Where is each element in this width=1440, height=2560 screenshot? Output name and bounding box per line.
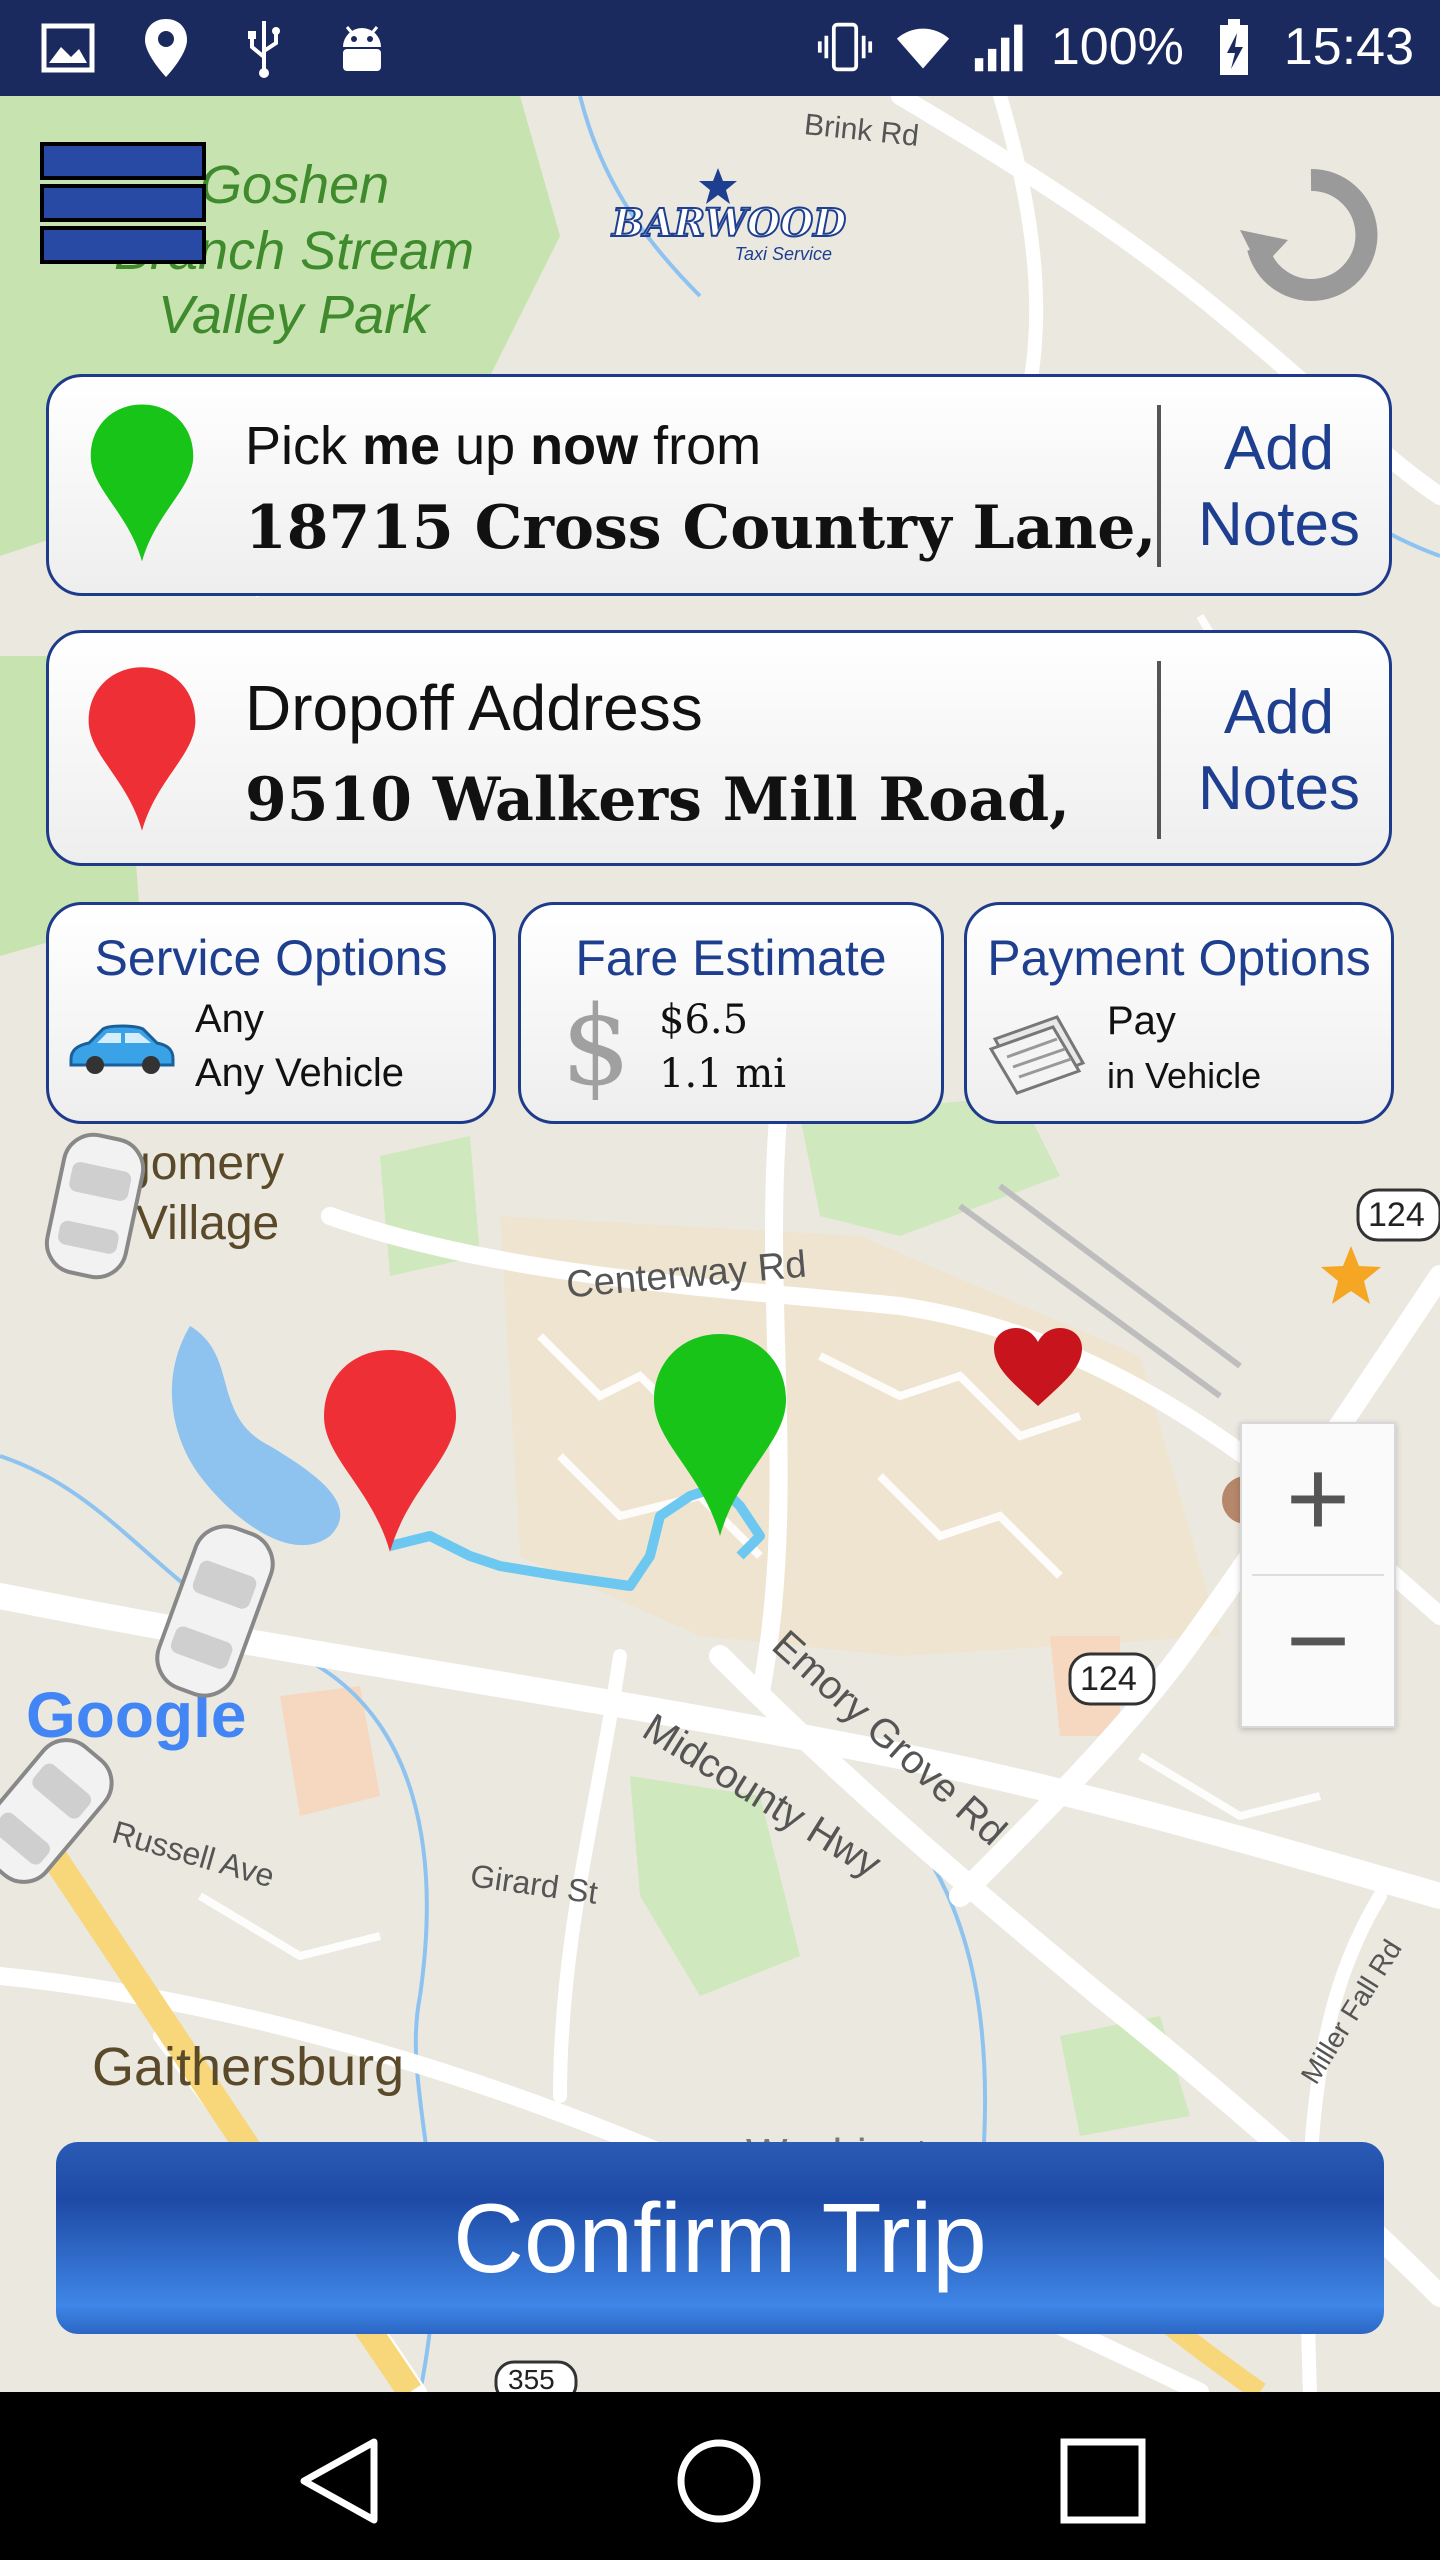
barwood-subtitle: Taxi Service [734, 244, 832, 264]
fare-price: $6.5 [659, 997, 749, 1043]
cell-signal-icon [973, 17, 1029, 77]
image-icon [40, 18, 96, 78]
zoom-in-button[interactable]: + [1242, 1424, 1394, 1574]
barwood-name: BARWOOD [611, 199, 847, 246]
pickup-add-notes-button[interactable]: Add Notes [1179, 411, 1379, 563]
refresh-icon [1240, 168, 1378, 301]
route-shield-124: 124 [1368, 1196, 1425, 1234]
map-label-park: Valley Park [158, 285, 430, 345]
usb-icon [236, 18, 292, 78]
confirm-trip-button[interactable]: Confirm Trip [56, 2142, 1384, 2334]
battery-charging-icon [1206, 17, 1262, 77]
hamburger-icon [40, 142, 206, 264]
location-pin-icon [138, 18, 194, 78]
dropoff-card[interactable]: Dropoff Address 9510 Walkers Mill Road, … [46, 630, 1392, 866]
service-options-title: Service Options [94, 930, 448, 986]
dropoff-map-pin-icon [324, 1350, 456, 1552]
navigation-bar [0, 2392, 1440, 2560]
barwood-logo: BARWOOD Taxi Service [611, 166, 847, 276]
battery-percent: 100% [1050, 18, 1184, 76]
route-shield-124: 124 [1080, 1660, 1137, 1698]
vibrate-icon [817, 17, 873, 77]
cash-icon [988, 1015, 1086, 1095]
payment-options-title: Payment Options [987, 930, 1371, 986]
divider [1157, 661, 1161, 839]
favorite-heart-icon [994, 1328, 1082, 1406]
fare-estimate-button[interactable]: Fare Estimate $ $6.5 1.1 mi [518, 902, 944, 1124]
vehicle-type: Any Vehicle [195, 1051, 405, 1095]
dollar-icon: $ [561, 982, 631, 1110]
route-shield-355: 355 [508, 2364, 555, 2392]
dropoff-label: Dropoff Address [245, 672, 703, 744]
payment-location: in Vehicle [1107, 1055, 1262, 1096]
map-label-park: Goshen [200, 155, 390, 215]
dropoff-pin-icon [88, 667, 196, 831]
star-marker-icon [1321, 1246, 1381, 1304]
pickup-label: Pick me up now from [245, 416, 762, 476]
trip-distance: 1.1 mi [659, 1051, 787, 1097]
zoom-controls: + − [1240, 1422, 1396, 1728]
dropoff-address[interactable]: 9510 Walkers Mill Road, [245, 765, 1070, 835]
refresh-button[interactable] [1236, 160, 1386, 310]
dropoff-add-notes-button[interactable]: Add Notes [1179, 675, 1379, 827]
service-options-button[interactable]: Service Options Any Any Vehicle [46, 902, 496, 1124]
back-icon[interactable] [296, 2436, 386, 2526]
status-bar: 100% 15:43 [0, 0, 1440, 96]
payment-method: Pay [1107, 999, 1176, 1043]
home-icon[interactable] [674, 2436, 764, 2526]
pickup-map-pin-icon [654, 1334, 786, 1536]
wifi-icon [895, 17, 951, 77]
divider [1157, 405, 1161, 567]
pickup-address[interactable]: 18715 Cross Country Lane, [245, 493, 1156, 563]
recents-icon[interactable] [1058, 2436, 1148, 2526]
service-type: Any [195, 997, 264, 1041]
car-icon [69, 1024, 175, 1074]
map-label-gaithersburg: Gaithersburg [92, 2037, 405, 2097]
map-label-village: Village [136, 1197, 280, 1250]
zoom-out-button[interactable]: − [1242, 1576, 1394, 1726]
fare-estimate-title: Fare Estimate [575, 930, 887, 986]
clock: 15:43 [1283, 18, 1414, 76]
pickup-pin-icon [90, 404, 194, 562]
menu-button[interactable] [40, 142, 206, 266]
payment-options-button[interactable]: Payment Options Pay in Vehicle [964, 902, 1394, 1124]
pickup-card[interactable]: Pick me up now from 18715 Cross Country … [46, 374, 1392, 596]
android-debug-icon [334, 18, 390, 78]
